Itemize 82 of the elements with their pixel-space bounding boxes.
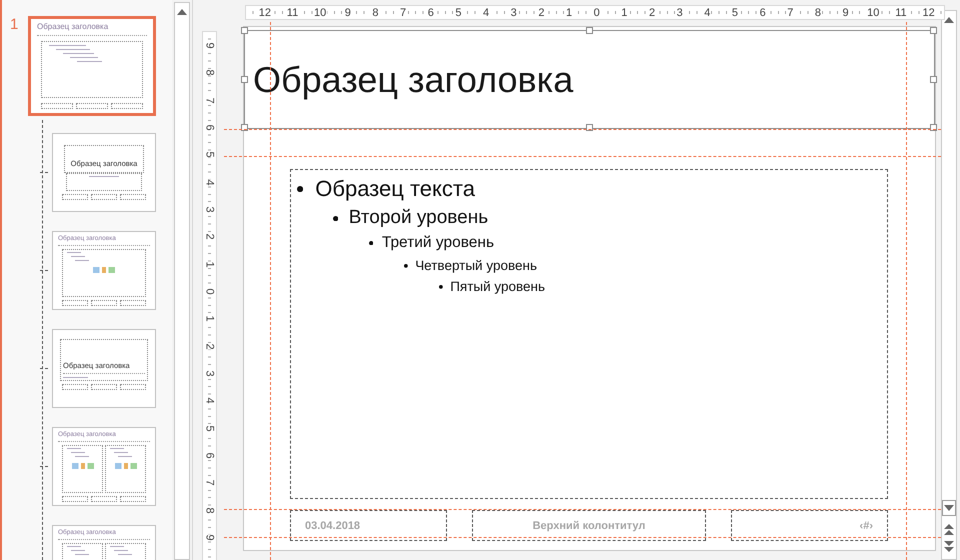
scrollbar[interactable]	[174, 2, 190, 560]
ruler-label: 7	[204, 480, 215, 486]
slide-thumbnail[interactable]: Образец заголовка	[28, 16, 156, 116]
slide-title: Образец заголовка	[253, 58, 574, 100]
ruler-label: 8	[814, 6, 822, 18]
bullet-icon	[404, 264, 408, 268]
scroll-up-icon[interactable]	[944, 17, 954, 23]
ruler-label: 11	[286, 6, 300, 18]
title-placeholder[interactable]: Образец заголовка	[244, 30, 935, 129]
scroll-down-icon	[944, 505, 954, 511]
ruler-label: 3	[510, 6, 518, 18]
scrollbar[interactable]	[941, 10, 957, 560]
ruler-label: 0	[204, 288, 215, 295]
bullet-text: Пятый уровень	[450, 279, 546, 295]
slide-number-text: ‹#›	[860, 520, 873, 532]
ruler-label: 6	[426, 6, 435, 18]
scroll-up-icon[interactable]	[177, 9, 187, 15]
ruler-label: 5	[204, 152, 215, 158]
bullet-icon	[297, 186, 304, 192]
ruler-label: 9	[204, 534, 215, 541]
bullet-text: Четвертый уровень	[415, 258, 537, 274]
resize-handle[interactable]	[241, 27, 248, 34]
ruler-label: 3	[204, 370, 215, 377]
resize-handle[interactable]	[930, 76, 937, 82]
thumbnail-title: Образец заголовка	[37, 23, 110, 32]
next-slide-icon[interactable]	[944, 540, 954, 552]
ruler-label: 10	[866, 6, 880, 18]
ruler-label: 8	[204, 507, 215, 514]
ruler-label: 7	[204, 97, 215, 104]
ruler-label: 8	[204, 70, 215, 76]
footer-placeholder[interactable]: Верхний колонтитул	[472, 510, 706, 541]
bullet-text: Третий уровень	[382, 234, 494, 252]
ruler-label: 7	[786, 6, 794, 18]
ruler-label: 4	[204, 398, 215, 404]
date-placeholder[interactable]: 03.04.2018	[290, 510, 447, 541]
bullet-icon	[333, 216, 338, 221]
ruler-label: 6	[204, 452, 215, 459]
ruler-label: 3	[204, 206, 215, 213]
bullet-text: Второй уровень	[348, 207, 488, 230]
ruler-label: 2	[537, 6, 546, 18]
ruler-label: 6	[758, 6, 767, 18]
ruler-label: 0	[592, 6, 601, 18]
ruler-label: 12	[258, 6, 272, 18]
ruler-label: 2	[648, 6, 656, 18]
resize-handle[interactable]	[241, 124, 248, 131]
footer-text: Верхний колонтитул	[532, 520, 646, 532]
ruler-label: 5	[730, 6, 740, 18]
resize-handle[interactable]	[586, 27, 592, 34]
ruler-label: 4	[204, 179, 215, 186]
scroll-down-button[interactable]	[942, 500, 956, 516]
ruler-label: 3	[676, 6, 684, 18]
slide-number-placeholder[interactable]: ‹#›	[731, 510, 888, 541]
ruler-label: 4	[703, 6, 712, 18]
previous-slide-icon[interactable]	[944, 524, 954, 536]
ruler-label: 4	[482, 6, 490, 18]
ruler-label: 9	[204, 42, 215, 49]
ruler-label: 5	[454, 6, 462, 18]
ruler-label: 5	[204, 425, 215, 432]
resize-handle[interactable]	[241, 76, 248, 82]
resize-handle[interactable]	[586, 124, 592, 131]
ruler-label: 1	[204, 261, 215, 268]
ruler-label: 2	[204, 343, 215, 350]
ruler-label: 12	[921, 6, 936, 18]
ruler-label: 10	[313, 6, 328, 18]
text-placeholder[interactable]: Образец текста Второй уровень Третий уровень Четвертый уровень Пятый уровень	[290, 169, 888, 499]
ruler-label: 2	[204, 234, 215, 240]
ruler-label: 8	[371, 6, 380, 18]
bullet-icon	[439, 285, 443, 290]
bullet-text: Образец текста	[315, 176, 475, 202]
resize-handle[interactable]	[930, 124, 937, 131]
ruler-label: 1	[620, 6, 628, 18]
resize-handle[interactable]	[930, 27, 937, 34]
ruler-label: 7	[399, 6, 408, 18]
date-text: 03.04.2018	[305, 520, 360, 532]
slide-number: 1	[10, 16, 18, 33]
ruler-label: 9	[842, 6, 850, 18]
bullet-icon	[369, 240, 374, 246]
ruler-label: 11	[894, 6, 908, 18]
ruler-label: 9	[344, 6, 352, 18]
ruler-label: 1	[564, 6, 574, 18]
ruler-label: 6	[204, 124, 215, 131]
ruler-label: 1	[204, 316, 215, 322]
